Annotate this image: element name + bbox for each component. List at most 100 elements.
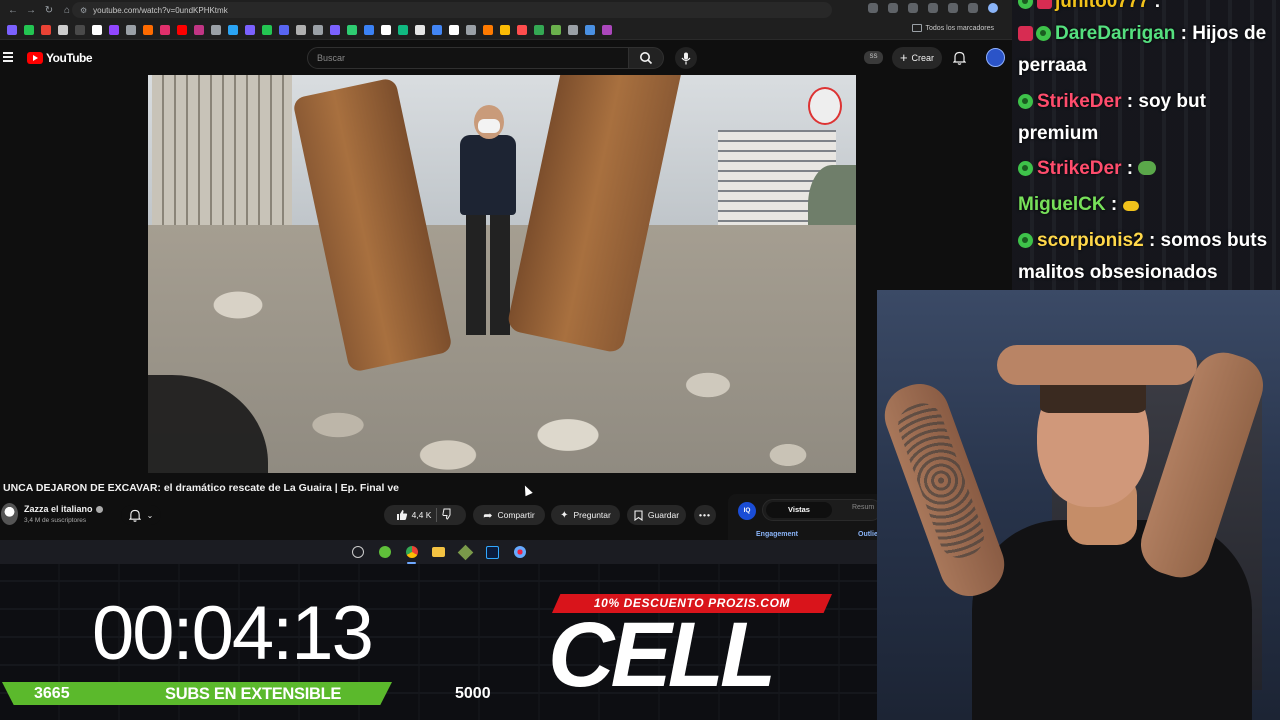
youtube-logo-text: YouTube [46, 51, 93, 65]
bookmark-icon[interactable] [228, 24, 238, 35]
bookmark-icon[interactable] [517, 24, 527, 35]
bookmark-icon[interactable] [449, 24, 459, 35]
chrome-app-icon[interactable] [403, 544, 420, 564]
bookmark-icon[interactable] [381, 24, 391, 35]
subs-label: SUBS EN EXTENSIBLE [165, 685, 342, 703]
webcam-feed [877, 290, 1280, 720]
bookmark-icon[interactable] [296, 24, 306, 35]
tab-resumen[interactable]: Resum [852, 504, 874, 511]
browser-window: ← → ↻ ⌂ ⚙ youtube.com/watch?v=0undKPHKtm… [0, 0, 1012, 540]
subs-current: 3665 [34, 685, 70, 702]
bookmark-icon[interactable] [551, 24, 561, 35]
bookmark-icon[interactable] [126, 24, 136, 35]
folder-icon [911, 24, 922, 32]
gmail-bookmark-icon[interactable] [41, 24, 51, 35]
bookmark-icon[interactable] [330, 24, 340, 35]
bookmark-icon[interactable] [262, 24, 272, 35]
dislike-button[interactable] [442, 508, 454, 522]
bell-icon [128, 509, 141, 522]
game-app-icon[interactable] [457, 544, 474, 561]
ss-extension-badge[interactable]: SS [864, 51, 883, 64]
bookmark-icon[interactable] [211, 24, 221, 35]
extensions-puzzle-icon[interactable] [948, 3, 958, 13]
streamer-arm [877, 375, 1013, 605]
site-info-icon[interactable]: ⚙ [80, 6, 87, 15]
all-bookmarks-folder[interactable]: Todos los marcadores [911, 24, 994, 32]
bookmark-icon[interactable] [75, 24, 85, 35]
voice-search-button[interactable] [675, 47, 697, 69]
reload-icon[interactable]: ↻ [44, 5, 54, 16]
chat-message: junito0777 : [1018, 0, 1280, 18]
badge-icon [1037, 0, 1052, 9]
create-button[interactable]: + Crear [892, 47, 942, 69]
chat-message: StrikeDer : [1018, 153, 1280, 185]
bookmark-icon[interactable] [143, 24, 153, 35]
save-button[interactable]: Guardar [627, 505, 686, 525]
bookmark-star-icon[interactable] [908, 3, 918, 13]
youtube-logo[interactable]: YouTube [27, 51, 93, 65]
bookmark-icon[interactable] [92, 24, 102, 35]
stream-timer: 00:04:13 [92, 591, 374, 676]
share-button[interactable]: ➦ Compartir [473, 505, 545, 525]
photoshop-app-icon[interactable] [484, 544, 501, 561]
hamburger-menu-icon[interactable] [3, 52, 13, 62]
bookmark-icon[interactable] [347, 24, 357, 35]
youtube-play-icon [27, 52, 43, 64]
bookmark-icon[interactable] [313, 24, 323, 35]
channel-avatar[interactable] [1, 503, 18, 525]
bookmark-icon[interactable] [568, 24, 578, 35]
tab-vistas[interactable]: Vistas [766, 502, 832, 518]
notifications-button[interactable] [952, 51, 967, 70]
profile-icon[interactable] [988, 3, 998, 13]
video-player[interactable] [148, 75, 856, 473]
instagram-bookmark-icon[interactable] [160, 24, 170, 35]
bookmark-icon[interactable] [602, 24, 612, 35]
more-actions-button[interactable]: ••• [694, 505, 716, 525]
pepe-emote-icon [1138, 161, 1157, 175]
chat-username: junito0777 [1055, 0, 1149, 12]
iq-logo[interactable]: IQ [738, 502, 756, 520]
home-icon[interactable]: ⌂ [62, 5, 72, 16]
chat-username: StrikeDer [1037, 158, 1122, 179]
x-bookmark-icon[interactable] [58, 24, 68, 35]
bookmark-icon[interactable] [466, 24, 476, 35]
bookmark-icon[interactable] [415, 24, 425, 35]
microphone-icon [681, 52, 691, 64]
plus-icon: + [899, 50, 908, 65]
search-input[interactable] [308, 48, 628, 68]
bookmark-icon[interactable] [245, 24, 255, 35]
bookmark-icon[interactable] [194, 24, 204, 35]
extension-icon[interactable] [928, 3, 938, 13]
youtube-bookmark-icon[interactable] [177, 24, 187, 35]
url-field[interactable]: ⚙ youtube.com/watch?v=0undKPHKtmk [72, 2, 832, 18]
xbox-app-icon[interactable] [376, 544, 393, 561]
channel-watermark[interactable] [808, 87, 842, 125]
bookmark-icon[interactable] [7, 24, 17, 35]
app-icon[interactable] [511, 544, 528, 561]
bookmark-icon[interactable] [534, 24, 544, 35]
zoom-icon[interactable] [868, 3, 878, 13]
bookmark-icon[interactable] [483, 24, 493, 35]
like-button[interactable]: 4,4 K [396, 509, 431, 521]
taskbar [0, 540, 877, 564]
forward-icon[interactable]: → [26, 5, 36, 16]
settings-app-icon[interactable] [349, 544, 366, 561]
search-button[interactable] [628, 47, 664, 69]
bookmark-icon[interactable] [398, 24, 408, 35]
bookmark-icon[interactable] [24, 24, 34, 35]
cast-icon[interactable] [888, 3, 898, 13]
bookmark-icon[interactable] [500, 24, 510, 35]
bookmark-icon[interactable] [432, 24, 442, 35]
bookmark-icon[interactable] [364, 24, 374, 35]
bookmark-icon[interactable] [279, 24, 289, 35]
channel-name-link[interactable]: Zazza el italiano [24, 504, 103, 514]
subscription-bell-button[interactable]: ⌄ [121, 505, 161, 525]
file-explorer-icon[interactable] [430, 544, 447, 561]
emote-icon [1122, 201, 1139, 211]
menu-icon[interactable] [968, 3, 978, 13]
account-avatar[interactable] [986, 48, 1005, 67]
ask-button[interactable]: ✦ Preguntar [551, 505, 620, 525]
back-icon[interactable]: ← [8, 5, 18, 16]
twitch-bookmark-icon[interactable] [109, 24, 119, 35]
bookmark-icon[interactable] [585, 24, 595, 35]
